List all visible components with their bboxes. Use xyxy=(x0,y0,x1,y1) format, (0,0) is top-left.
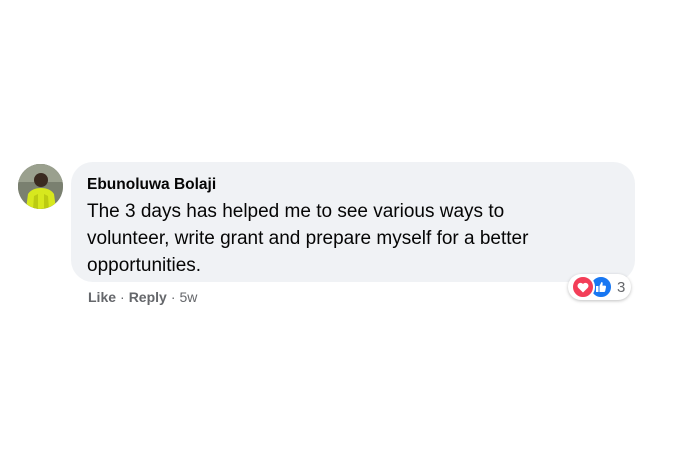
profile-photo-icon xyxy=(18,164,63,209)
comment-bubble: Ebunoluwa Bolaji The 3 days has helped m… xyxy=(71,162,635,282)
avatar[interactable] xyxy=(18,164,63,209)
comment-text: The 3 days has helped me to see various … xyxy=(87,201,529,276)
comment-timestamp[interactable]: 5w xyxy=(179,289,197,305)
love-icon xyxy=(571,275,595,299)
comment-actions: Like · Reply · 5w xyxy=(88,289,197,305)
separator: · xyxy=(170,289,176,305)
reaction-count: 3 xyxy=(617,278,626,296)
separator: · xyxy=(120,289,125,305)
like-button[interactable]: Like xyxy=(88,289,116,305)
comment-author[interactable]: Ebunoluwa Bolaji xyxy=(87,175,619,195)
reply-button[interactable]: Reply xyxy=(129,289,167,305)
reactions-summary[interactable]: 3 xyxy=(568,274,632,300)
